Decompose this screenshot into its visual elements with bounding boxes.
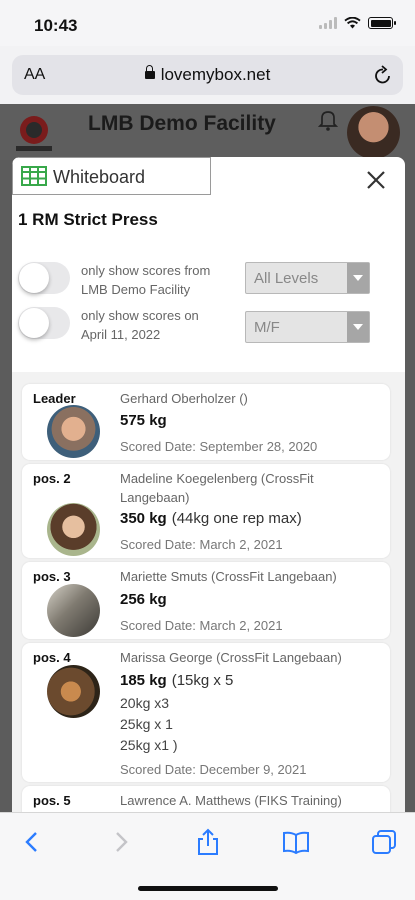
- position-label: pos. 4: [33, 650, 71, 665]
- scored-date: Scored Date: March 2, 2021: [120, 618, 283, 633]
- status-icons: [319, 17, 396, 29]
- athlete-name[interactable]: Lawrence A. Matthews (FIKS Training): [120, 791, 380, 810]
- score-value: 185 kg: [120, 672, 167, 689]
- spreadsheet-icon: [21, 166, 47, 186]
- status-time: 10:43: [34, 16, 78, 35]
- chevron-down-icon: [347, 312, 369, 342]
- leaderboard-list[interactable]: Leader Gerhard Oberholzer () 575 kg Scor…: [12, 372, 405, 812]
- status-bar: 10:43: [0, 0, 415, 46]
- level-select-value: All Levels: [254, 270, 319, 287]
- leaderboard-card[interactable]: Leader Gerhard Oberholzer () 575 kg Scor…: [22, 384, 390, 460]
- date-filter-label: only show scores on April 11, 2022: [81, 306, 199, 344]
- score-line: 350 kg (44kg one rep max): [120, 508, 302, 530]
- position-label: pos. 2: [33, 471, 71, 486]
- position-label: pos. 3: [33, 569, 71, 584]
- athlete-photo[interactable]: [47, 584, 100, 637]
- score-note: (15kg x 5: [171, 672, 234, 689]
- user-avatar[interactable]: [347, 106, 400, 159]
- tabs-icon[interactable]: [369, 827, 399, 857]
- athlete-name[interactable]: Mariette Smuts (CrossFit Langebaan): [120, 567, 380, 586]
- chevron-down-icon: [347, 263, 369, 293]
- filter-label-line: April 11, 2022: [81, 327, 161, 342]
- score-note: (44kg one rep max): [171, 510, 302, 527]
- whiteboard-tab[interactable]: Whiteboard: [12, 157, 211, 195]
- filter-label-line: only show scores from: [81, 263, 211, 278]
- whiteboard-tab-label: Whiteboard: [53, 167, 146, 187]
- leaderboard-card[interactable]: pos. 3 Mariette Smuts (CrossFit Langebaa…: [22, 562, 390, 639]
- reload-icon[interactable]: [373, 64, 393, 86]
- cellular-signal-icon: [319, 17, 337, 29]
- url-text: lovemybox.net: [160, 65, 271, 84]
- lock-icon: [144, 65, 155, 79]
- position-label: Leader: [33, 391, 76, 406]
- date-filter-toggle[interactable]: [18, 307, 70, 339]
- score-line: 256 kg: [120, 589, 167, 611]
- whiteboard-modal: Whiteboard 1 RM Strict Press only show s…: [12, 157, 405, 812]
- site-header: LMB Demo Facility: [0, 104, 415, 160]
- score-value: 350 kg: [120, 510, 167, 527]
- browser-toolbar: [0, 812, 415, 900]
- share-icon[interactable]: [193, 827, 223, 857]
- athlete-photo[interactable]: [47, 503, 100, 556]
- facility-filter-label: only show scores from LMB Demo Facility: [81, 261, 210, 299]
- workout-title: 1 RM Strict Press: [18, 210, 158, 229]
- score-detail-line: 25kg x1 ): [120, 737, 178, 753]
- site-title: LMB Demo Facility: [88, 112, 276, 135]
- book-icon[interactable]: [281, 827, 311, 857]
- score-line: 185 kg (15kg x 5: [120, 670, 233, 692]
- scored-date: Scored Date: March 2, 2021: [120, 537, 283, 552]
- battery-icon: [368, 17, 396, 29]
- toggle-knob: [19, 263, 49, 293]
- wifi-icon: [344, 17, 361, 29]
- url-display[interactable]: lovemybox.net: [12, 65, 403, 85]
- leaderboard-card[interactable]: pos. 5 Lawrence A. Matthews (FIKS Traini…: [22, 786, 390, 812]
- filter-label-line: LMB Demo Facility: [81, 282, 191, 297]
- athlete-photo[interactable]: [47, 405, 100, 458]
- scored-date: Scored Date: December 9, 2021: [120, 762, 307, 777]
- site-logo[interactable]: [12, 110, 56, 154]
- gender-select-value: M/F: [254, 319, 280, 336]
- toggle-knob: [19, 308, 49, 338]
- leaderboard-card[interactable]: pos. 2 Madeline Koegelenberg (CrossFit L…: [22, 464, 390, 558]
- athlete-name[interactable]: Gerhard Oberholzer (): [120, 389, 380, 408]
- score-value: 575 kg: [120, 412, 167, 429]
- bell-icon[interactable]: [318, 108, 338, 132]
- address-bar[interactable]: AA lovemybox.net: [12, 55, 403, 95]
- athlete-name[interactable]: Madeline Koegelenberg (CrossFit Langebaa…: [120, 469, 380, 507]
- athlete-name[interactable]: Marissa George (CrossFit Langebaan): [120, 648, 380, 667]
- scored-date: Scored Date: September 28, 2020: [120, 439, 318, 454]
- gender-select[interactable]: M/F: [245, 311, 370, 343]
- home-indicator: [138, 886, 278, 891]
- filter-label-line: only show scores on: [81, 308, 199, 323]
- score-detail-line: 20kg x3: [120, 695, 170, 711]
- score-line: 575 kg: [120, 410, 167, 432]
- position-label: pos. 5: [33, 793, 71, 808]
- facility-filter-toggle[interactable]: [18, 262, 70, 294]
- level-select[interactable]: All Levels: [245, 262, 370, 294]
- athlete-photo[interactable]: [47, 665, 100, 718]
- leaderboard-card[interactable]: pos. 4 Marissa George (CrossFit Langebaa…: [22, 643, 390, 782]
- back-chevron-icon[interactable]: [17, 827, 47, 857]
- forward-chevron-icon[interactable]: [106, 827, 136, 857]
- score-value: 256 kg: [120, 591, 167, 608]
- close-icon[interactable]: [365, 169, 387, 191]
- score-detail-line: 25kg x 1: [120, 716, 173, 732]
